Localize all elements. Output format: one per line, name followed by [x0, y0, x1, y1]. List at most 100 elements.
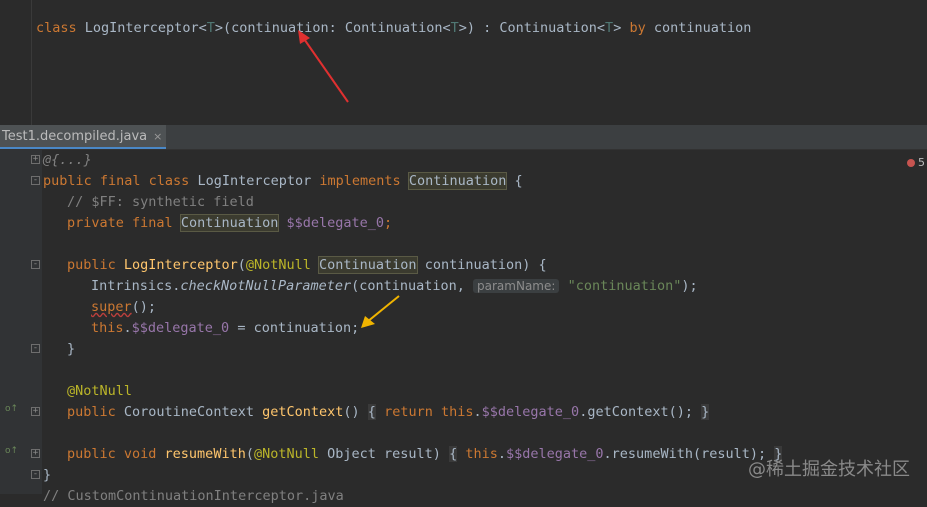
error-indicator[interactable]: 5 [907, 156, 925, 169]
java-editor-pane[interactable]: 5 + - - - + + - o↑ o↑ @{...} public fina… [0, 150, 927, 504]
class-name: LogInterceptor [84, 20, 199, 36]
class-ref: Intrinsics. [91, 278, 181, 294]
method-call: checkNotNullParameter [180, 278, 352, 294]
code-line-17[interactable]: // CustomContinuationInterceptor.java [43, 486, 344, 507]
code-line-3[interactable]: // $FF: synthetic field [67, 192, 254, 213]
paren: ( [237, 257, 246, 273]
folded-brace: } [701, 404, 710, 420]
modifiers: public void [67, 446, 157, 462]
code-line-10[interactable]: } [67, 339, 75, 360]
paren: () [343, 404, 360, 420]
folded-brace: { [367, 404, 376, 420]
red-arrow-annotation [298, 30, 349, 103]
paren: ( [245, 446, 254, 462]
return-type: CoroutineContext [115, 404, 263, 420]
code-line-16[interactable]: } [43, 465, 51, 486]
field-name: $$delegate_0 [286, 215, 385, 231]
type-param: T [450, 20, 459, 36]
type-highlight: Continuation [407, 172, 508, 190]
comment: // $FF: synthetic field [67, 194, 254, 210]
type-highlight: Continuation [179, 214, 280, 232]
annotation: @NotNull [67, 383, 133, 399]
parameter-hint: paramName: [473, 279, 560, 293]
brace: } [43, 467, 52, 483]
type-param: T [605, 20, 614, 36]
keyword-this: this [91, 320, 124, 336]
tab-decompiled-java[interactable]: Test1.decompiled.java × [0, 125, 167, 149]
code-line-9[interactable]: this.$$delegate_0 = continuation; [91, 318, 359, 339]
punct: >( [214, 20, 232, 36]
active-tab-indicator [0, 147, 167, 149]
modifier: public [67, 404, 116, 420]
keyword-implements: implements [319, 173, 401, 189]
delegate-name: continuation [653, 20, 752, 36]
editor-tab-bar: Test1.decompiled.java × [0, 125, 927, 150]
keyword-class: class [36, 20, 77, 36]
field-name: $$delegate_0 [131, 320, 230, 336]
keyword-super: super [91, 299, 132, 315]
brace: { [506, 173, 523, 189]
method-call: .getContext(); [579, 404, 693, 420]
type-highlight: Continuation [318, 256, 418, 274]
code-line-12[interactable]: @NotNull [67, 381, 132, 402]
fold-collapse-icon[interactable]: - [31, 176, 40, 185]
field-name: $$delegate_0 [506, 446, 604, 462]
code-line-1[interactable]: @{...} [43, 150, 92, 171]
punct: < [198, 20, 207, 36]
class-name: LogInterceptor [197, 173, 312, 189]
method-call: .resumeWith(result); [603, 446, 767, 462]
annotation: @NotNull [253, 446, 319, 462]
modifier: public [67, 257, 116, 273]
param-rest: continuation) { [416, 257, 547, 273]
code-line-2[interactable]: public final class LogInterceptor implem… [43, 171, 523, 192]
override-icon[interactable]: o↑ [5, 404, 18, 414]
method-name: resumeWith [164, 446, 246, 462]
params: Object result) [319, 446, 441, 462]
code-line-6[interactable]: public LogInterceptor(@NotNull Continuat… [67, 255, 547, 276]
error-count: 5 [918, 156, 925, 169]
code-line-13[interactable]: public CoroutineContext getContext() { r… [67, 402, 710, 423]
fold-expand-icon[interactable]: + [31, 155, 40, 164]
yellow-arrow-annotation [361, 295, 400, 328]
comment: // CustomContinuationInterceptor.java [43, 488, 344, 504]
tab-label: Test1.decompiled.java [2, 129, 148, 144]
punct: > [613, 20, 622, 36]
modifiers: public final class [43, 173, 190, 189]
fold-expand-icon[interactable]: + [31, 449, 40, 458]
fold-collapse-icon[interactable]: - [31, 344, 40, 353]
code-line-8[interactable]: super(); [91, 297, 156, 318]
editor-gutter [0, 150, 42, 494]
close-icon[interactable]: × [153, 130, 162, 143]
string-literal: "continuation" [567, 278, 682, 294]
keyword-return: return [384, 404, 433, 420]
type-param: T [206, 20, 215, 36]
supertype: >) : Continuation< [458, 20, 606, 36]
folded-brace: { [449, 446, 458, 462]
method-name: getContext [262, 404, 344, 420]
annotation: @NotNull [245, 257, 311, 273]
fold-expand-icon[interactable]: + [31, 407, 40, 416]
modifiers: private final [67, 215, 173, 231]
keyword-this: this [465, 446, 498, 462]
brace: } [67, 341, 76, 357]
semicolon: ; [384, 215, 393, 231]
kotlin-class-declaration[interactable]: class LogInterceptor<T>(continuation: Co… [36, 19, 751, 37]
fold-collapse-icon[interactable]: - [31, 470, 40, 479]
folded-annotation: @{...} [43, 152, 92, 168]
watermark: @稀土掘金技术社区 [748, 459, 910, 480]
call-end: (); [131, 299, 157, 315]
kotlin-editor-pane[interactable]: class LogInterceptor<T>(continuation: Co… [0, 0, 927, 125]
keyword-this: this [440, 404, 474, 420]
error-icon [907, 159, 915, 167]
override-icon[interactable]: o↑ [5, 446, 18, 456]
constructor-name: LogInterceptor [123, 257, 238, 273]
code-line-4[interactable]: private final Continuation $$delegate_0; [67, 213, 392, 234]
call-end: ); [681, 278, 698, 294]
dot: . [123, 320, 132, 336]
fold-collapse-icon[interactable]: - [31, 260, 40, 269]
gutter-separator [31, 0, 32, 125]
assignment: = continuation; [229, 320, 360, 336]
code-line-15[interactable]: public void resumeWith(@NotNull Object r… [67, 444, 783, 465]
field-name: $$delegate_0 [481, 404, 580, 420]
keyword-by: by [629, 20, 646, 36]
